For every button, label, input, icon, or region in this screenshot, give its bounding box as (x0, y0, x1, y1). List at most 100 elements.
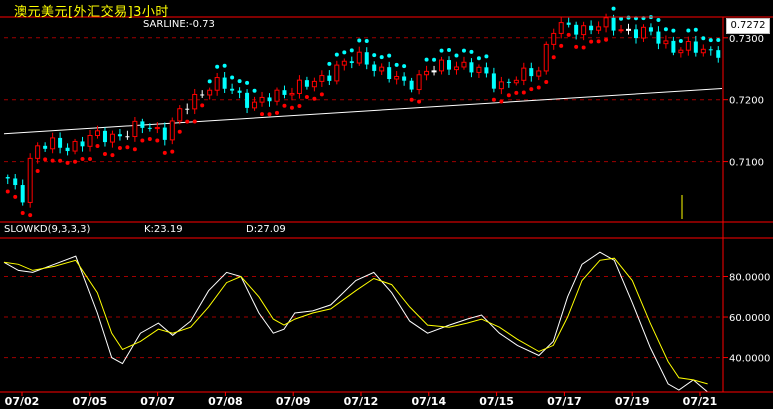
candle-body-up (626, 28, 632, 31)
candle-body-up (296, 79, 302, 94)
price-tick-label: 0.7300 (729, 34, 764, 45)
candle-body-up (596, 26, 602, 31)
candle-body-down (125, 136, 130, 138)
sar-dot-above (671, 28, 676, 33)
candle-body-down (447, 60, 452, 70)
candle-body-up (558, 22, 564, 34)
candle-body-down (13, 178, 18, 186)
candle-body-up (356, 51, 362, 64)
sar-dot-below (192, 119, 197, 124)
candle-body-up (50, 137, 56, 150)
k-line (3, 251, 708, 393)
sar-dot-above (701, 36, 706, 41)
sar-dot-below (409, 97, 414, 102)
candle-body-up (341, 60, 347, 66)
candle-body-down (185, 108, 190, 110)
candle-body-down (372, 64, 377, 71)
sar-dot-below (566, 32, 571, 37)
sar-dot-below (604, 37, 609, 42)
date-tick-label: 07/09 (276, 395, 311, 408)
sar-dot-below (132, 147, 137, 152)
sar-dot-above (245, 80, 250, 85)
candle-body-up (109, 133, 115, 143)
sar-dot-below (267, 112, 272, 117)
candle-body-up (439, 59, 445, 72)
sar-dot-below (117, 145, 122, 150)
candle-body-down (117, 134, 122, 137)
trendline (3, 88, 723, 135)
sar-dot-above (439, 48, 444, 53)
candle-body-down (230, 88, 235, 91)
sar-dot-above (716, 37, 721, 42)
candle-body-up (476, 66, 482, 73)
candle-body-up (311, 80, 317, 88)
sar-dot-below (13, 194, 18, 199)
sar-dot-below (177, 129, 182, 134)
candle-body-down (708, 49, 713, 51)
sar-dot-above (364, 39, 369, 44)
candle-body-down (506, 81, 511, 83)
sar-dot-above (387, 53, 392, 58)
sar-dot-below (110, 153, 115, 158)
candle-body-down (80, 141, 85, 147)
sar-dot-above (379, 55, 384, 60)
sar-dot-below (147, 137, 152, 142)
candle-body-up (274, 89, 280, 102)
sar-dot-above (663, 27, 668, 32)
candle-body-up (461, 61, 467, 68)
sar-dot-below (43, 157, 48, 162)
candle-body-up (192, 93, 198, 110)
kd-tick-label: 60.0000 (729, 313, 770, 324)
candle-body-down (237, 90, 242, 93)
sar-dot-below (297, 104, 302, 109)
chart-canvas: 0.7100 0.7200 0.7300 40.0000 60.0000 80.0000 0… (0, 6, 773, 408)
candle-body-down (282, 90, 287, 95)
candle-body-up (394, 75, 400, 80)
sar-dot-below (417, 99, 422, 104)
sar-dot-above (342, 50, 347, 55)
sarline-readout: SARLINE:-0.73 (143, 19, 215, 30)
sar-dot-above (215, 64, 220, 69)
candle-body-up (663, 40, 669, 45)
sar-dot-above (469, 49, 474, 54)
candle-body-up (319, 75, 325, 82)
sar-dot-above (207, 79, 212, 84)
date-tick-label: 07/19 (615, 395, 650, 408)
sar-dot-below (88, 156, 93, 161)
sar-dot-below (5, 189, 10, 194)
sar-dot-above (424, 57, 429, 62)
candle-body-down (43, 145, 48, 149)
date-tick-label: 07/02 (5, 395, 40, 408)
price-tick-label: 0.7100 (729, 158, 764, 169)
sar-dot-below (20, 211, 25, 216)
candle-body-down (716, 50, 721, 58)
candle-body-down (566, 22, 571, 25)
sar-dot-below (200, 103, 205, 108)
sar-dot-above (394, 62, 399, 67)
candle-body-up (177, 108, 183, 122)
candle-body-up (618, 29, 624, 32)
candle-body-up (453, 66, 459, 71)
candle-body-up (87, 135, 93, 147)
candle-body-up (252, 101, 258, 109)
candle-body-down (349, 61, 354, 64)
sar-dot-above (237, 79, 242, 84)
sar-dot-above (686, 28, 691, 33)
sar-dot-below (514, 90, 519, 95)
candle-body-down (5, 177, 10, 179)
candle-body-up (334, 64, 340, 82)
sar-dot-below (28, 213, 33, 218)
sar-dot-below (559, 43, 564, 48)
candle-body-down (656, 31, 661, 44)
sar-dot-below (589, 39, 594, 44)
candle-body-down (140, 121, 145, 128)
sar-dot-below (35, 169, 40, 174)
sar-dot-below (73, 159, 78, 164)
sar-dot-below (574, 44, 579, 49)
sar-dot-above (222, 63, 227, 68)
sar-dot-above (372, 53, 377, 58)
sar-dot-below (499, 99, 504, 104)
kd-layer (3, 251, 708, 393)
date-tick-label: 07/21 (683, 395, 718, 408)
sar-dot-below (95, 144, 100, 149)
